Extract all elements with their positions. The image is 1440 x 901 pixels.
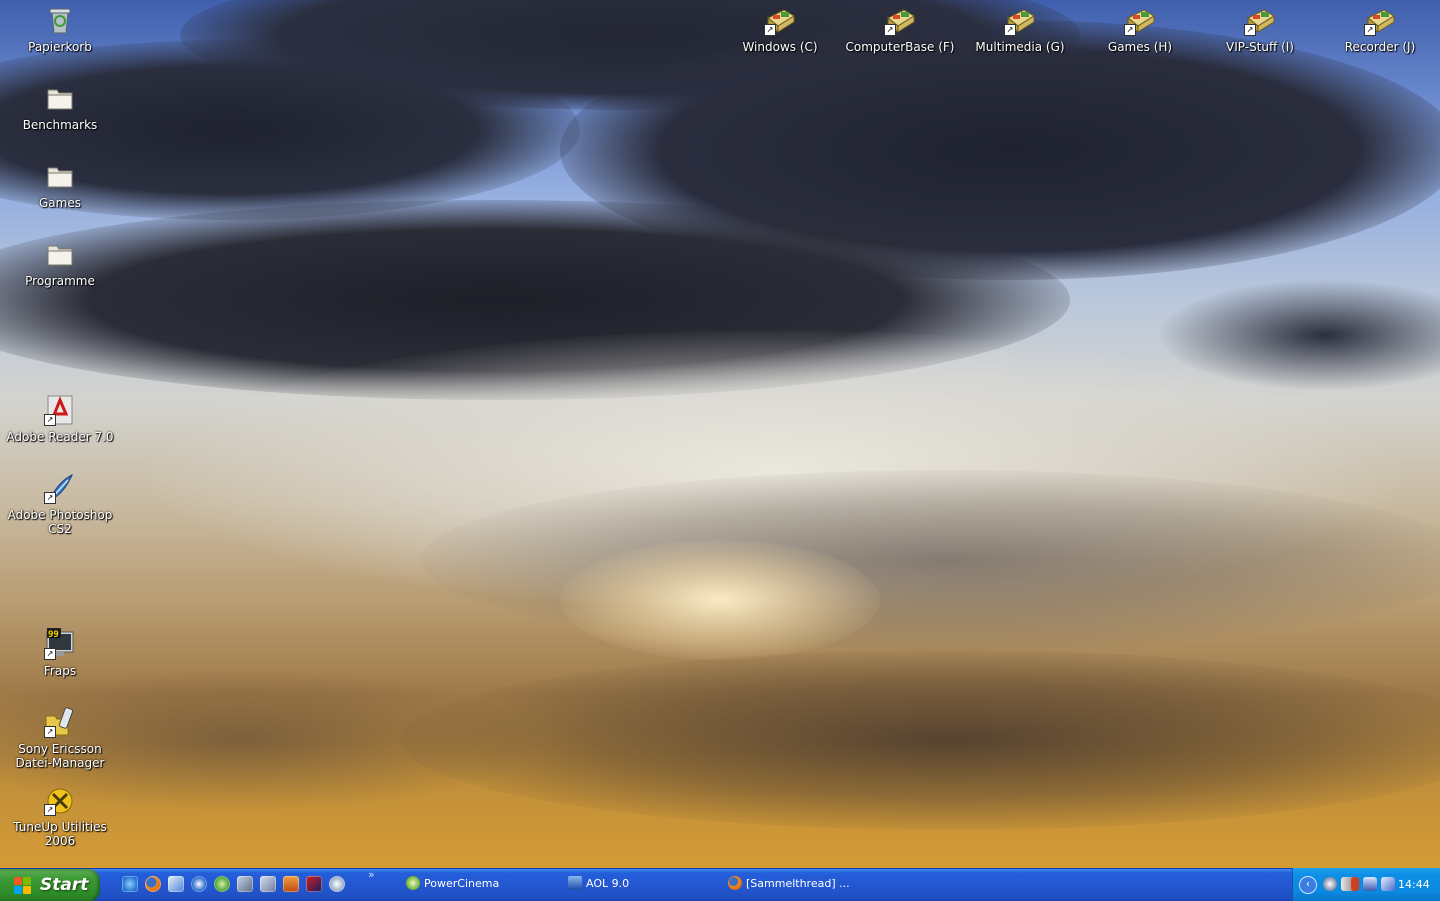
desktop-icon-label: Adobe Photoshop CS2 xyxy=(7,508,113,536)
adobe-reader-icon: ↗ xyxy=(44,394,76,426)
internet-explorer-icon[interactable] xyxy=(122,876,138,892)
cloud-lower-dark xyxy=(400,650,1440,830)
shortcut-arrow-icon: ↗ xyxy=(44,804,56,816)
task-label: [Sammelthread] ... xyxy=(746,877,850,890)
desktop-icon-sony-ericsson[interactable]: ↗ Sony Ericsson Datei-Manager xyxy=(0,706,120,770)
desktop-icon-label: VIP-Stuff (I) xyxy=(1226,40,1294,54)
network-globe-icon[interactable] xyxy=(1323,877,1337,891)
aol-icon xyxy=(568,876,582,890)
fraps-icon: 99 ↗ xyxy=(44,628,76,660)
desktop-icon-benchmarks[interactable]: Benchmarks xyxy=(0,82,120,132)
drive-shortcut-icon: ↗ xyxy=(1124,4,1156,36)
desktop-icon-label: Games (H) xyxy=(1107,40,1173,54)
image-viewer-icon[interactable] xyxy=(283,876,299,892)
start-button[interactable]: Start xyxy=(0,869,100,901)
drive-shortcut-icon: ↗ xyxy=(1364,4,1396,36)
desktop-icon-label: Sony Ericsson Datei-Manager xyxy=(15,742,105,770)
desktop-icon-drive-c[interactable]: ↗ Windows (C) xyxy=(720,4,840,54)
recycle-bin-icon xyxy=(44,4,76,36)
powercinema-icon xyxy=(406,876,420,890)
desktop-icon-label: Programme xyxy=(25,274,95,288)
desktop-icon-adobe-reader[interactable]: ↗ Adobe Reader 7.0 xyxy=(0,394,120,444)
network-icon[interactable] xyxy=(329,876,345,892)
shortcut-arrow-icon: ↗ xyxy=(1364,24,1376,36)
folder-icon xyxy=(44,160,76,192)
desktop-icon-label: Fraps xyxy=(43,664,77,678)
firefox-icon[interactable] xyxy=(145,876,161,892)
start-label: Start xyxy=(40,875,89,895)
headset-icon[interactable] xyxy=(260,876,276,892)
realplayer-icon[interactable] xyxy=(214,876,230,892)
outlook-express-icon[interactable] xyxy=(168,876,184,892)
drive-shortcut-icon: ↗ xyxy=(1004,4,1036,36)
task-label: PowerCinema xyxy=(424,877,500,890)
task-button-aol[interactable]: AOL 9.0 xyxy=(564,871,714,897)
desktop-icon-games[interactable]: Games xyxy=(0,160,120,210)
shortcut-arrow-icon: ↗ xyxy=(44,726,56,738)
desktop-icon-drive-i[interactable]: ↗ VIP-Stuff (I) xyxy=(1200,4,1320,54)
drive-shortcut-icon: ↗ xyxy=(764,4,796,36)
desktop-icon-label: Windows (C) xyxy=(742,40,818,54)
game-icon[interactable] xyxy=(306,876,322,892)
shortcut-arrow-icon: ↗ xyxy=(1004,24,1016,36)
taskbar: Start xyxy=(0,868,1440,901)
shortcut-arrow-icon: ↗ xyxy=(1124,24,1136,36)
media-player-icon[interactable] xyxy=(191,876,207,892)
drive-shortcut-icon: ↗ xyxy=(884,4,916,36)
desktop-icon-drive-j[interactable]: ↗ Recorder (J) xyxy=(1320,4,1440,54)
desktop-icon-adobe-photoshop[interactable]: ↗ Adobe Photoshop CS2 xyxy=(0,472,120,536)
network-connection-icon[interactable] xyxy=(1381,877,1395,891)
desktop-icon-drive-h[interactable]: ↗ Games (H) xyxy=(1080,4,1200,54)
printer-icon[interactable] xyxy=(1351,877,1359,891)
desktop-icon-label: Multimedia (G) xyxy=(975,40,1065,54)
desktop-icon-label: Recorder (J) xyxy=(1344,40,1416,54)
desktop-icon-tuneup[interactable]: ↗ TuneUp Utilities 2006 xyxy=(0,784,120,848)
desktop-icon-drive-f[interactable]: ↗ ComputerBase (F) xyxy=(840,4,960,54)
firefox-icon xyxy=(728,876,742,890)
folder-icon xyxy=(44,238,76,270)
desktop-icon-label: Games xyxy=(39,196,81,210)
desktop-icon-programme[interactable]: Programme xyxy=(0,238,120,288)
display-icon[interactable] xyxy=(1363,877,1377,891)
task-label: AOL 9.0 xyxy=(586,877,630,890)
photoshop-feather-icon: ↗ xyxy=(44,472,76,504)
sun-glow xyxy=(560,540,880,660)
desktop-icon-papierkorb[interactable]: Papierkorb xyxy=(0,4,120,54)
windows-flag-icon xyxy=(14,877,32,895)
shortcut-arrow-icon: ↗ xyxy=(1244,24,1256,36)
desktop-icon-label: Benchmarks xyxy=(22,118,98,132)
shortcut-arrow-icon: ↗ xyxy=(884,24,896,36)
desktop-wallpaper[interactable]: Papierkorb Benchmarks Games Programme ↗ … xyxy=(0,0,1440,868)
desktop-icon-label: Adobe Reader 7.0 xyxy=(6,430,114,444)
drive-shortcut-icon: ↗ xyxy=(1244,4,1276,36)
svg-text:99: 99 xyxy=(48,630,59,640)
shortcut-arrow-icon: ↗ xyxy=(44,648,56,660)
shortcut-arrow-icon: ↗ xyxy=(764,24,776,36)
clock[interactable]: 14:44 xyxy=(1398,868,1430,901)
desktop-icon-label: ComputerBase (F) xyxy=(845,40,955,54)
desktop-icon-drive-g[interactable]: ↗ Multimedia (G) xyxy=(960,4,1080,54)
desktop-icon-label: TuneUp Utilities 2006 xyxy=(13,820,107,848)
shortcut-arrow-icon: ↗ xyxy=(44,414,56,426)
desktop-icon-label: Papierkorb xyxy=(28,40,92,54)
shortcut-arrow-icon: ↗ xyxy=(44,492,56,504)
sony-ericsson-folder-phone-icon: ↗ xyxy=(44,706,76,738)
folder-icon xyxy=(44,82,76,114)
quick-launch-chevron[interactable]: » xyxy=(368,868,375,881)
teamspeak-icon[interactable] xyxy=(237,876,253,892)
desktop-icon-fraps[interactable]: 99 ↗ Fraps xyxy=(0,628,120,678)
task-button-powercinema[interactable]: PowerCinema xyxy=(402,871,552,897)
tuneup-icon: ↗ xyxy=(44,784,76,816)
task-button-sammelthread[interactable]: [Sammelthread] ... xyxy=(724,871,894,897)
tray-expand-button[interactable]: ‹ xyxy=(1299,876,1317,894)
